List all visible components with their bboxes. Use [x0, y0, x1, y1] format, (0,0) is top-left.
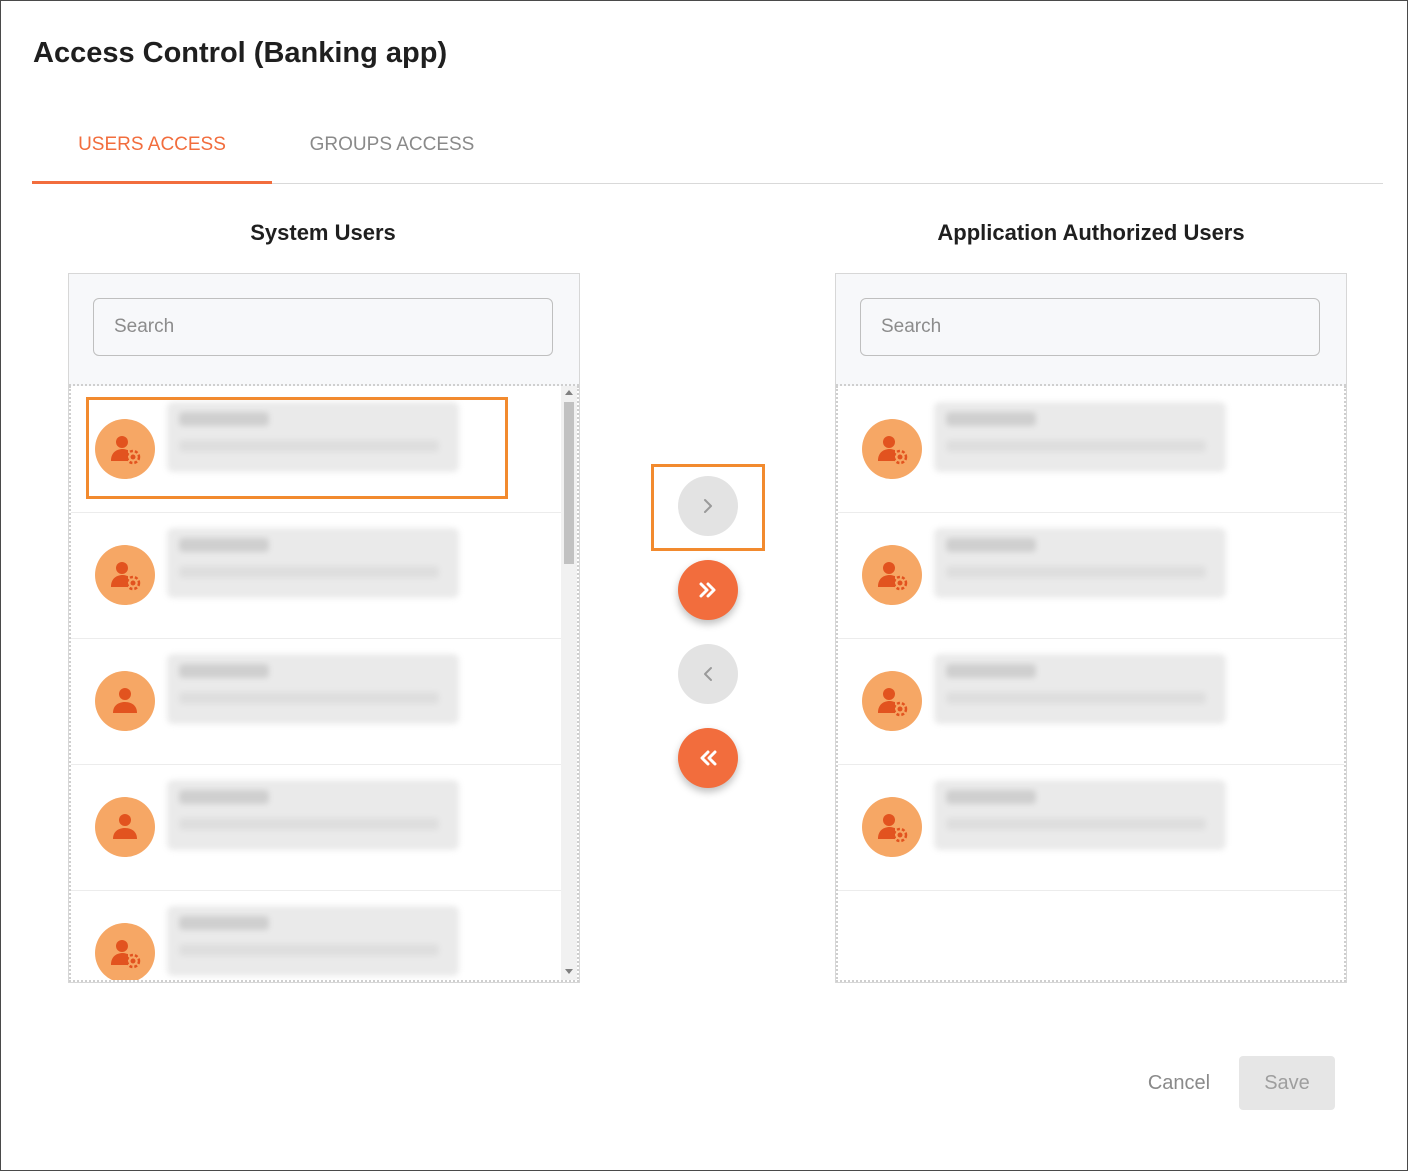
list-item[interactable] [71, 512, 561, 639]
user-email [946, 692, 1206, 704]
double-chevron-left-icon [700, 750, 717, 766]
authorized-users-heading: Application Authorized Users [937, 220, 1245, 245]
user-gear-icon [95, 923, 155, 980]
list-item[interactable] [838, 764, 1344, 891]
user-details [167, 528, 459, 598]
tab-bar: USERS ACCESS GROUPS ACCESS [32, 121, 1383, 184]
authorized-users-panel [835, 273, 1347, 983]
user-name [179, 916, 269, 930]
user-email [179, 566, 439, 578]
user-name [946, 790, 1036, 804]
user-name [946, 412, 1036, 426]
user-details [934, 780, 1226, 850]
list-item[interactable] [71, 638, 561, 765]
user-email [179, 818, 439, 830]
system-users-search-input[interactable] [93, 298, 553, 356]
user-name [946, 538, 1036, 552]
user-email [179, 440, 439, 452]
user-details [167, 780, 459, 850]
move-all-right-button[interactable] [678, 560, 738, 620]
user-details [934, 528, 1226, 598]
system-users-list [69, 386, 579, 982]
system-users-search-area [69, 274, 579, 386]
user-details [167, 654, 459, 724]
user-name [179, 790, 269, 804]
tab-groups-access[interactable]: GROUPS ACCESS [272, 121, 512, 181]
user-email [946, 566, 1206, 578]
user-email [946, 440, 1206, 452]
chevron-left-icon [704, 667, 712, 681]
user-gear-icon [95, 419, 155, 479]
chevron-right-icon [704, 499, 712, 513]
authorized-users-search-input[interactable] [860, 298, 1320, 356]
list-scrollbar[interactable] [561, 386, 577, 980]
user-name [179, 412, 269, 426]
list-item[interactable] [71, 386, 561, 513]
save-button[interactable]: Save [1239, 1056, 1335, 1110]
scroll-down-arrow[interactable] [565, 969, 573, 974]
user-icon [95, 797, 155, 857]
user-name [179, 538, 269, 552]
user-icon [95, 671, 155, 731]
user-email [179, 692, 439, 704]
user-email [946, 818, 1206, 830]
user-gear-icon [862, 671, 922, 731]
active-tab-indicator [32, 181, 272, 184]
list-item[interactable] [838, 512, 1344, 639]
move-selected-right-button[interactable] [678, 476, 738, 536]
list-item[interactable] [71, 764, 561, 891]
user-gear-icon [862, 419, 922, 479]
user-name [946, 664, 1036, 678]
user-gear-icon [95, 545, 155, 605]
user-gear-icon [862, 797, 922, 857]
scroll-up-arrow[interactable] [565, 390, 573, 395]
user-name [179, 664, 269, 678]
double-chevron-right-icon [699, 582, 716, 598]
dialog-title: Access Control (Banking app) [33, 37, 448, 69]
scroll-thumb[interactable] [564, 402, 574, 564]
access-control-dialog: Access Control (Banking app) USERS ACCES… [0, 0, 1408, 1171]
user-details [167, 402, 459, 472]
user-details [934, 402, 1226, 472]
system-users-panel [68, 273, 580, 983]
cancel-button[interactable]: Cancel [1133, 1059, 1225, 1107]
authorized-users-search-area [836, 274, 1346, 386]
move-all-left-button[interactable] [678, 728, 738, 788]
tab-users-access[interactable]: USERS ACCESS [32, 121, 272, 181]
list-item[interactable] [71, 890, 561, 980]
list-item[interactable] [838, 638, 1344, 765]
authorized-users-list [836, 386, 1346, 982]
move-selected-left-button[interactable] [678, 644, 738, 704]
list-item[interactable] [838, 386, 1344, 513]
user-email [179, 944, 439, 956]
user-gear-icon [862, 545, 922, 605]
user-details [934, 654, 1226, 724]
user-details [167, 906, 459, 976]
system-users-heading: System Users [250, 220, 396, 245]
